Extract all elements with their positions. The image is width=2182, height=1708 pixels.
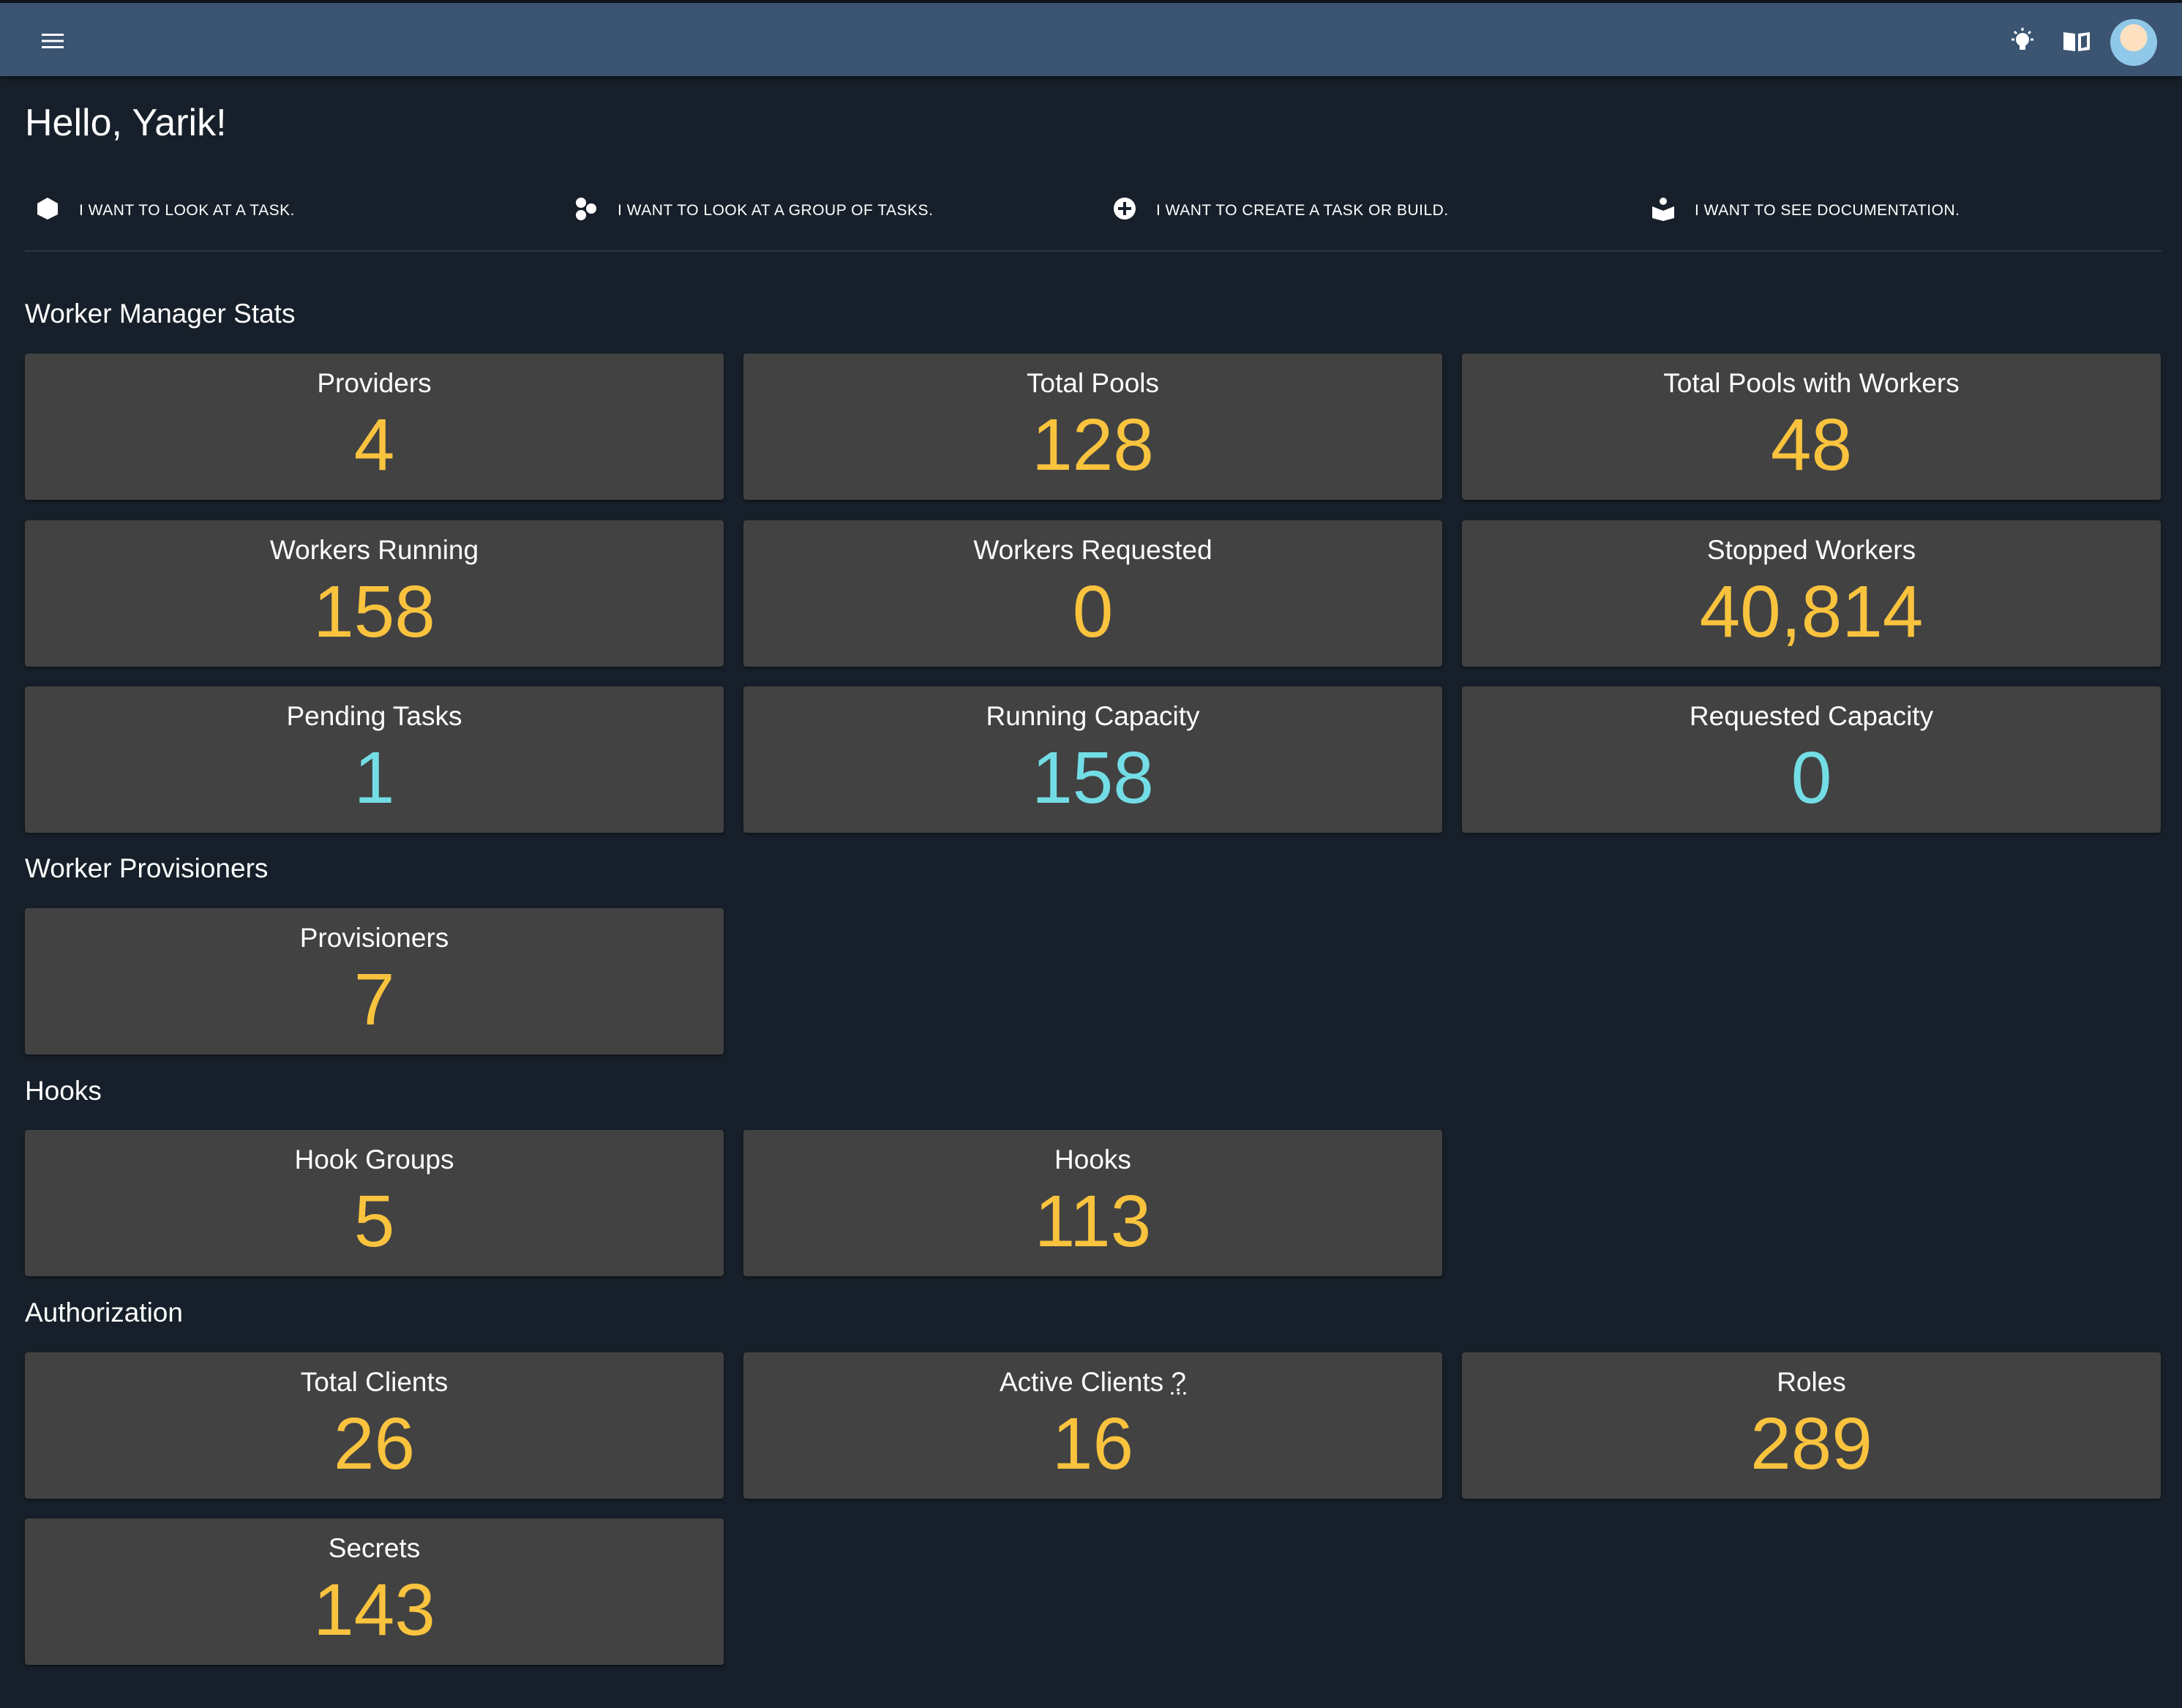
- stat-card-hooks: Hooks 113: [743, 1130, 1442, 1276]
- action-look-at-group[interactable]: I WANT TO LOOK AT A GROUP OF TASKS.: [574, 192, 933, 230]
- greeting: Hello, Yarik!: [25, 102, 227, 144]
- plus-circle-icon: [1112, 196, 1137, 225]
- action-label: I WANT TO LOOK AT A TASK.: [79, 202, 295, 219]
- stat-value: 289: [1750, 1403, 1872, 1485]
- stat-value: 158: [1032, 737, 1154, 819]
- stat-value: 143: [313, 1569, 435, 1651]
- quick-actions: I WANT TO LOOK AT A TASK. I WANT TO LOOK…: [25, 192, 2162, 250]
- stat-card-workers-running: Workers Running 158: [25, 520, 724, 667]
- action-label: I WANT TO SEE DOCUMENTATION.: [1695, 202, 1960, 219]
- stat-label: Total Pools with Workers: [1663, 368, 1960, 398]
- stat-card-pending-tasks: Pending Tasks 1: [25, 686, 724, 833]
- stat-label: Total Pools: [1027, 368, 1159, 398]
- lightbulb-icon[interactable]: [2005, 23, 2040, 59]
- stat-value: 1: [353, 737, 395, 819]
- stat-value: 0: [1072, 571, 1114, 653]
- avatar[interactable]: [2110, 19, 2157, 66]
- hexagon-icon: [35, 196, 60, 225]
- stat-label: Workers Requested: [973, 535, 1212, 565]
- stat-card-running-capacity: Running Capacity 158: [743, 686, 1442, 833]
- section-title-worker-manager: Worker Manager Stats: [25, 299, 296, 329]
- stat-label: Provisioners: [299, 923, 449, 953]
- stat-card-providers: Providers 4: [25, 353, 724, 500]
- stat-label: Workers Running: [269, 535, 479, 565]
- section-title-provisioners: Worker Provisioners: [25, 853, 269, 883]
- help-hint[interactable]: ?: [1171, 1367, 1186, 1397]
- section-title-authorization: Authorization: [25, 1297, 183, 1327]
- stat-card-total-clients: Total Clients 26: [25, 1352, 724, 1499]
- stat-card-roles: Roles 289: [1462, 1352, 2161, 1499]
- group-icon: [574, 196, 599, 225]
- stat-card-total-pools: Total Pools 128: [743, 353, 1442, 500]
- stat-label: Stopped Workers: [1706, 535, 1916, 565]
- action-look-at-task[interactable]: I WANT TO LOOK AT A TASK.: [35, 192, 295, 230]
- stat-value: 158: [313, 571, 435, 653]
- stat-card-active-clients: Active Clients ? 16: [743, 1352, 1442, 1499]
- action-label: I WANT TO CREATE A TASK OR BUILD.: [1156, 202, 1449, 219]
- stat-value: 26: [333, 1403, 416, 1485]
- stat-label: Hooks: [1054, 1145, 1131, 1175]
- stat-label: Active Clients ?: [743, 1367, 1442, 1398]
- divider: [25, 250, 2162, 252]
- stat-card-secrets: Secrets 143: [25, 1518, 724, 1665]
- action-create-task[interactable]: I WANT TO CREATE A TASK OR BUILD.: [1112, 192, 1449, 230]
- stat-label: Requested Capacity: [1689, 701, 1934, 731]
- stat-value: 5: [353, 1180, 395, 1262]
- menu-icon[interactable]: [37, 25, 69, 57]
- stat-label: Total Clients: [300, 1367, 449, 1397]
- action-label: I WANT TO LOOK AT A GROUP OF TASKS.: [618, 202, 934, 219]
- stat-value: 48: [1770, 404, 1853, 486]
- stat-card-workers-requested: Workers Requested 0: [743, 520, 1442, 667]
- book-icon[interactable]: [2059, 23, 2094, 59]
- stat-label: Roles: [1777, 1367, 1846, 1397]
- stat-value: 7: [353, 959, 395, 1041]
- action-see-documentation[interactable]: I WANT TO SEE DOCUMENTATION.: [1651, 192, 1960, 230]
- book-open-icon: [1651, 196, 1676, 225]
- stat-value: 40,814: [1699, 571, 1924, 653]
- stat-value: 4: [353, 404, 395, 486]
- stat-label-text: Active Clients: [1000, 1367, 1164, 1397]
- stat-value: 113: [1034, 1180, 1152, 1262]
- stat-card-total-pools-with-workers: Total Pools with Workers 48: [1462, 353, 2161, 500]
- stat-label: Running Capacity: [986, 701, 1200, 731]
- stat-card-hook-groups: Hook Groups 5: [25, 1130, 724, 1276]
- app-bar: [0, 0, 2182, 76]
- stat-value: 16: [1051, 1403, 1134, 1485]
- stat-value: 128: [1032, 404, 1154, 486]
- section-title-hooks: Hooks: [25, 1076, 102, 1106]
- stat-value: 0: [1791, 737, 1832, 819]
- stat-card-provisioners: Provisioners 7: [25, 908, 724, 1055]
- stat-label: Hook Groups: [294, 1145, 454, 1175]
- stat-label: Secrets: [328, 1533, 421, 1563]
- stat-label: Pending Tasks: [286, 701, 462, 731]
- stat-label: Providers: [317, 368, 432, 398]
- stat-card-requested-capacity: Requested Capacity 0: [1462, 686, 2161, 833]
- stat-card-stopped-workers: Stopped Workers 40,814: [1462, 520, 2161, 667]
